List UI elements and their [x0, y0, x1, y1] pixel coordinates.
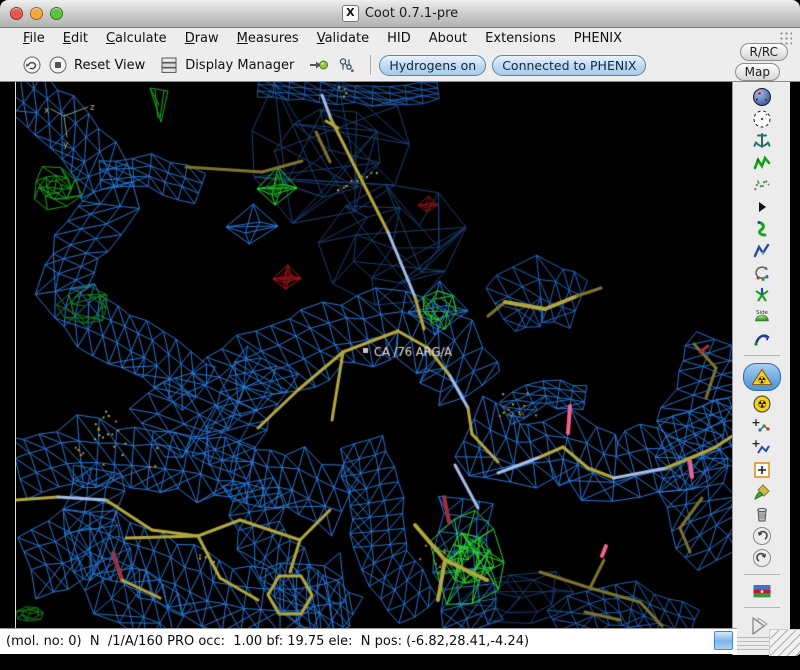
molecule-icon[interactable]	[336, 55, 356, 75]
window-title-text: Coot 0.7.1-pre	[364, 6, 459, 21]
black-triangle-icon[interactable]	[748, 196, 776, 218]
toolbar-separator	[743, 355, 780, 356]
svg-text:+: +	[751, 416, 760, 429]
anchor-icon[interactable]	[748, 130, 776, 152]
phenix-connection-button[interactable]: Connected to PHENIX	[492, 54, 647, 76]
status-text: (mol. no: 0) N /1/A/160 PRO occ: 1.00 bf…	[6, 634, 530, 649]
plus-box-icon[interactable]	[748, 459, 776, 481]
display-manager-button[interactable]: Display Manager	[185, 58, 294, 73]
x11-icon: X	[341, 5, 359, 22]
circular-arrow-icon[interactable]	[748, 262, 776, 284]
toolbar-grip[interactable]	[737, 637, 771, 650]
dashed-circle-icon[interactable]	[748, 108, 776, 130]
model-view-canvas[interactable]	[16, 82, 732, 628]
side-hemisphere-icon[interactable]: Side	[748, 306, 776, 328]
menu-extensions[interactable]: Extensions	[476, 29, 565, 48]
scrollbar-thumb[interactable]	[714, 631, 733, 650]
display-manager-icon[interactable]	[159, 55, 179, 75]
green-rotamer-icon[interactable]	[748, 218, 776, 240]
green-zigzag-icon[interactable]	[748, 152, 776, 174]
menu-file[interactable]: File	[14, 29, 54, 48]
toolbar-separator	[743, 607, 780, 608]
menu-calculate[interactable]: Calculate	[97, 29, 176, 48]
flag-icon[interactable]	[748, 580, 776, 602]
pinwheel-icon[interactable]	[748, 284, 776, 306]
blue-swoosh-icon[interactable]	[748, 328, 776, 350]
blue-zigzag-icon[interactable]	[748, 240, 776, 262]
menu-measures[interactable]: Measures	[228, 29, 308, 48]
sphere-icon[interactable]	[748, 86, 776, 108]
reset-view-button[interactable]: Reset View	[74, 58, 145, 73]
radiation-triangle-button[interactable]: ☢	[742, 363, 781, 391]
hydrogens-toggle-button[interactable]: Hydrogens on	[379, 54, 487, 76]
trash-icon[interactable]	[748, 503, 776, 525]
rrc-button[interactable]: R/RC	[739, 43, 788, 61]
menu-validate[interactable]: Validate	[308, 29, 378, 48]
menu-phenix[interactable]: PHENIX	[565, 29, 631, 48]
menu-hid[interactable]: HID	[378, 29, 420, 48]
plus-blue-molecule-icon[interactable]: +	[748, 437, 776, 459]
svg-text:☢: ☢	[757, 398, 767, 411]
toolbar-separator	[743, 574, 780, 575]
modelling-toolbar: Side ☢ ☢ + +	[732, 82, 790, 655]
plus-molecule-icon[interactable]: +	[748, 415, 776, 437]
statusbar: (mol. no: 0) N /1/A/160 PRO occ: 1.00 bf…	[0, 628, 737, 654]
radiation-icon[interactable]: ☢	[748, 393, 776, 415]
menu-draw[interactable]: Draw	[176, 29, 228, 48]
titlebar: X Coot 0.7.1-pre	[0, 0, 800, 28]
main-toolbar: Reset View Display Manager Hydrogens on …	[0, 49, 800, 82]
menu-edit[interactable]: Edit	[54, 29, 97, 48]
window-resize-grip[interactable]	[769, 629, 800, 656]
green-arrow-key-icon[interactable]	[308, 55, 330, 75]
map-button[interactable]: Map	[734, 63, 780, 81]
svg-text:☢: ☢	[757, 376, 766, 387]
svg-text:+: +	[751, 438, 760, 450]
paintbrush-icon[interactable]	[748, 481, 776, 503]
coot-window: { "window": { "title": "Coot 0.7.1-pre",…	[0, 0, 800, 670]
dotted-zigzag-icon[interactable]	[748, 174, 776, 196]
menu-about[interactable]: About	[420, 29, 476, 48]
record-view-icon[interactable]	[48, 55, 68, 75]
expand-triangle-icon[interactable]	[745, 614, 771, 638]
menubar: File Edit Calculate Draw Measures Validate HID…	[0, 28, 800, 49]
undo-icon[interactable]	[748, 525, 776, 547]
redo-icon[interactable]	[748, 547, 776, 569]
toolbar-separator	[370, 55, 372, 75]
window-title: X Coot 0.7.1-pre	[0, 5, 800, 22]
back-view-icon[interactable]	[22, 55, 42, 75]
